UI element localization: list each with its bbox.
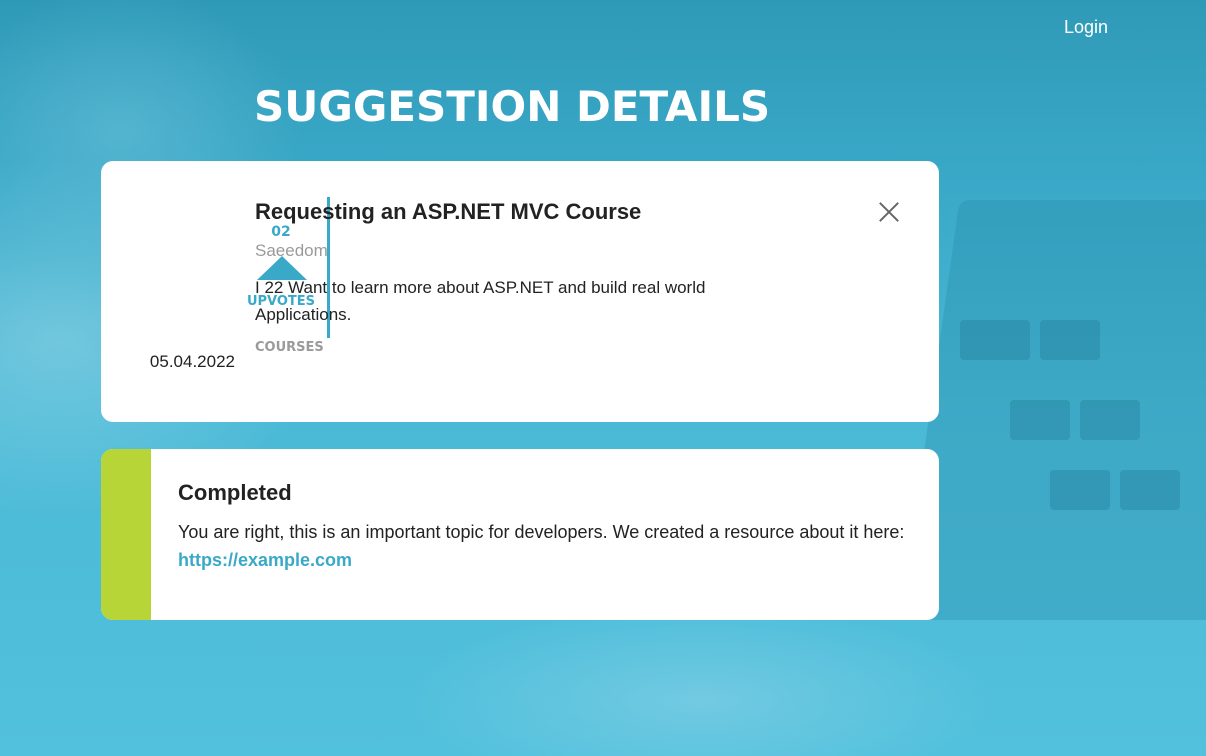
suggestion-description: I 22 Want to learn more about ASP.NET an… (255, 278, 706, 324)
status-color-bar (101, 449, 151, 620)
suggestion-author: Saeedom (255, 241, 328, 260)
suggestion-content: Requesting an ASP.NET MVC Course Saeedom… (255, 199, 855, 355)
background-key (1010, 400, 1070, 440)
status-message: You are right, this is an important topi… (178, 518, 918, 574)
resource-link[interactable]: https://example.com (178, 550, 352, 570)
background-key (1080, 400, 1140, 440)
background-key (1040, 320, 1100, 360)
suggestion-date: 05.04.2022 (149, 352, 235, 371)
suggestion-details-card: 02 UPVOTES 05.04.2022 Requesting an ASP.… (101, 161, 939, 422)
status-content: Completed You are right, this is an impo… (178, 480, 918, 574)
close-icon[interactable] (877, 199, 901, 223)
suggestion-category: COURSES (255, 340, 324, 355)
page-title: SUGGESTION DETAILS (254, 82, 771, 131)
status-card: Completed You are right, this is an impo… (101, 449, 939, 620)
login-link[interactable]: Login (1064, 17, 1108, 38)
background-key (1050, 470, 1110, 510)
suggestion-title: Requesting an ASP.NET MVC Course (255, 199, 642, 224)
background-key (1120, 470, 1180, 510)
background-key (960, 320, 1030, 360)
status-message-text: You are right, this is an important topi… (178, 522, 905, 542)
status-title: Completed (178, 480, 292, 505)
